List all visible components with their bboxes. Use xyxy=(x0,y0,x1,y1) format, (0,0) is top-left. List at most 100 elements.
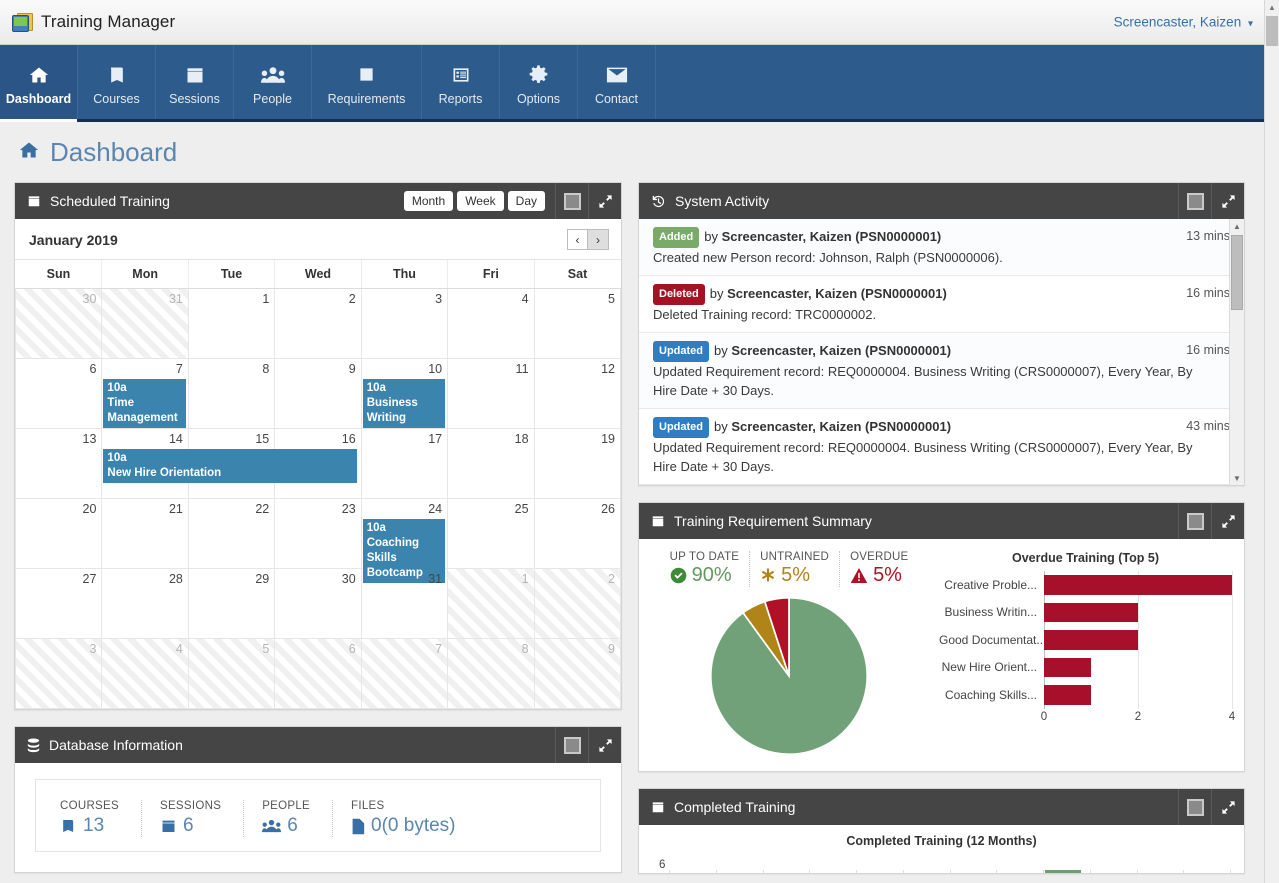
calendar-day-cell[interactable]: 4 xyxy=(448,289,534,359)
calendar-day-cell[interactable]: 1 xyxy=(188,289,274,359)
calendar-day-cell[interactable]: 31 xyxy=(361,569,447,639)
calendar-day-cell[interactable]: 29 xyxy=(188,569,274,639)
minimize-panel-button[interactable] xyxy=(1178,789,1211,825)
calendar-day-cell[interactable]: 19 xyxy=(534,429,620,499)
calendar-day-cell[interactable]: 8 xyxy=(188,359,274,429)
calendar-day-cell[interactable]: 28 xyxy=(102,569,188,639)
calendar-day-cell[interactable]: 20 xyxy=(16,499,102,569)
nav-item-courses[interactable]: Courses xyxy=(78,45,156,119)
activity-item[interactable]: Updatedby Screencaster, Kaizen (PSN00000… xyxy=(639,333,1244,409)
nav-item-people[interactable]: People xyxy=(234,45,312,119)
calendar-day-cell[interactable]: 30 xyxy=(275,569,361,639)
expand-panel-button[interactable] xyxy=(588,183,621,219)
calendar-event[interactable]: 10aNew Hire Orientation xyxy=(103,449,356,483)
minimize-panel-button[interactable] xyxy=(555,183,588,219)
database-info-body: COURSES 13 SESSIONS 6 xyxy=(15,763,621,872)
calendar-day-cell[interactable]: 1 xyxy=(448,569,534,639)
nav-item-requirements[interactable]: Requirements xyxy=(312,45,422,119)
calendar-day-cell[interactable]: 2410aCoaching Skills Bootcamp xyxy=(361,499,447,569)
expand-panel-button[interactable] xyxy=(1211,503,1244,539)
stat-value-wrap: 5% xyxy=(760,564,829,587)
calendar-day-number: 20 xyxy=(83,502,97,516)
calendar-day-cell[interactable]: 17 xyxy=(361,429,447,499)
nav-item-reports[interactable]: Reports xyxy=(422,45,500,119)
view-month-button[interactable]: Month xyxy=(404,191,453,211)
calendar-day-cell[interactable]: 1410aNew Hire Orientation xyxy=(102,429,188,499)
calendar-weekday-row: Sun Mon Tue Wed Thu Fri Sat xyxy=(16,260,621,289)
check-circle-icon xyxy=(670,567,687,584)
calendar-day-cell[interactable]: 27 xyxy=(16,569,102,639)
calendar-day-cell[interactable]: 2 xyxy=(275,289,361,359)
expand-panel-button[interactable] xyxy=(1211,183,1244,219)
calendar-day-cell[interactable]: 5 xyxy=(188,639,274,709)
calendar-week-row: 272829303112 xyxy=(16,569,621,639)
calendar-day-cell[interactable]: 25 xyxy=(448,499,534,569)
calendar-day-cell[interactable]: 11 xyxy=(448,359,534,429)
calendar-day-cell[interactable]: 3 xyxy=(16,639,102,709)
activity-description: Updated Requirement record: REQ0000004. … xyxy=(653,438,1198,476)
bar-fill[interactable] xyxy=(1044,685,1091,705)
view-day-button[interactable]: Day xyxy=(508,191,545,211)
calendar-day-cell[interactable]: 18 xyxy=(448,429,534,499)
bar-fill[interactable] xyxy=(1044,603,1138,623)
calendar-day-cell[interactable]: 9 xyxy=(534,639,620,709)
page-scrollbar[interactable]: ▲ xyxy=(1264,0,1279,883)
nav-item-options[interactable]: Options xyxy=(500,45,578,119)
calendar-day-cell[interactable]: 13 xyxy=(16,429,102,499)
calendar-icon xyxy=(185,63,205,87)
calendar-day-cell[interactable]: 26 xyxy=(534,499,620,569)
calendar-day-cell[interactable]: 31 xyxy=(102,289,188,359)
expand-arrows-icon xyxy=(1221,194,1236,209)
bar-fill[interactable] xyxy=(1044,658,1091,678)
calendar-day-cell[interactable]: 5 xyxy=(534,289,620,359)
nav-item-dashboard[interactable]: Dashboard xyxy=(0,45,78,119)
chevron-down-icon: ▾ xyxy=(1248,19,1253,30)
stat-untrained: UNTRAINED 5% xyxy=(750,551,840,587)
calendar-day-cell[interactable]: 21 xyxy=(102,499,188,569)
calendar-day-cell[interactable]: 2 xyxy=(534,569,620,639)
expand-panel-button[interactable] xyxy=(588,727,621,763)
calendar-day-cell[interactable]: 4 xyxy=(102,639,188,709)
scroll-up-icon[interactable]: ▲ xyxy=(1230,219,1244,233)
scroll-down-icon[interactable]: ▼ xyxy=(1230,471,1244,485)
calendar-day-cell[interactable]: 12 xyxy=(534,359,620,429)
scrollbar-thumb[interactable] xyxy=(1231,235,1243,310)
calendar-day-cell[interactable]: 8 xyxy=(448,639,534,709)
expand-panel-button[interactable] xyxy=(1211,789,1244,825)
view-week-button[interactable]: Week xyxy=(457,191,503,211)
scroll-up-icon[interactable]: ▲ xyxy=(1265,0,1279,15)
expand-arrows-icon xyxy=(1221,800,1236,815)
minimize-panel-button[interactable] xyxy=(1178,503,1211,539)
activity-item[interactable]: Addedby Screencaster, Kaizen (PSN0000001… xyxy=(639,219,1244,276)
bar-fill[interactable] xyxy=(1044,575,1232,595)
calendar-day-cell[interactable]: 6 xyxy=(275,639,361,709)
calendar-day-cell[interactable]: 22 xyxy=(188,499,274,569)
calendar-day-number: 21 xyxy=(169,502,183,516)
calendar-day-cell[interactable]: 9 xyxy=(275,359,361,429)
activity-badge: Added xyxy=(653,227,699,248)
calendar-day-cell[interactable]: 6 xyxy=(16,359,102,429)
scrollbar-thumb[interactable] xyxy=(1266,16,1278,46)
calendar-day-cell[interactable]: 710aTime Management xyxy=(102,359,188,429)
activity-by: by xyxy=(704,229,721,244)
nav-item-sessions[interactable]: Sessions xyxy=(156,45,234,119)
book-icon xyxy=(107,63,127,87)
calendar-day-cell[interactable]: 1010aBusiness Writing xyxy=(361,359,447,429)
minimize-panel-button[interactable] xyxy=(1178,183,1211,219)
minimize-panel-button[interactable] xyxy=(555,727,588,763)
user-menu[interactable]: Screencaster, Kaizen ▾ xyxy=(1114,15,1253,30)
activity-item[interactable]: Deletedby Screencaster, Kaizen (PSN00000… xyxy=(639,276,1244,333)
calendar-prev-button[interactable]: ‹ xyxy=(567,229,588,250)
bar-fill[interactable] xyxy=(1044,630,1138,650)
system-activity-scrollbar[interactable]: ▲ ▼ xyxy=(1229,219,1244,485)
activity-item[interactable]: Updatedby Screencaster, Kaizen (PSN00000… xyxy=(639,409,1244,485)
calendar-day-cell[interactable]: 7 xyxy=(361,639,447,709)
calendar-event[interactable]: 10aBusiness Writing xyxy=(363,379,445,428)
calendar-event[interactable]: 10aTime Management xyxy=(103,379,185,428)
calendar-day-cell[interactable]: 23 xyxy=(275,499,361,569)
calendar-next-button[interactable]: › xyxy=(588,229,609,250)
nav-item-contact[interactable]: Contact xyxy=(578,45,656,119)
calendar-day-cell[interactable]: 3 xyxy=(361,289,447,359)
weekday-header: Tue xyxy=(188,260,274,289)
calendar-day-cell[interactable]: 30 xyxy=(16,289,102,359)
